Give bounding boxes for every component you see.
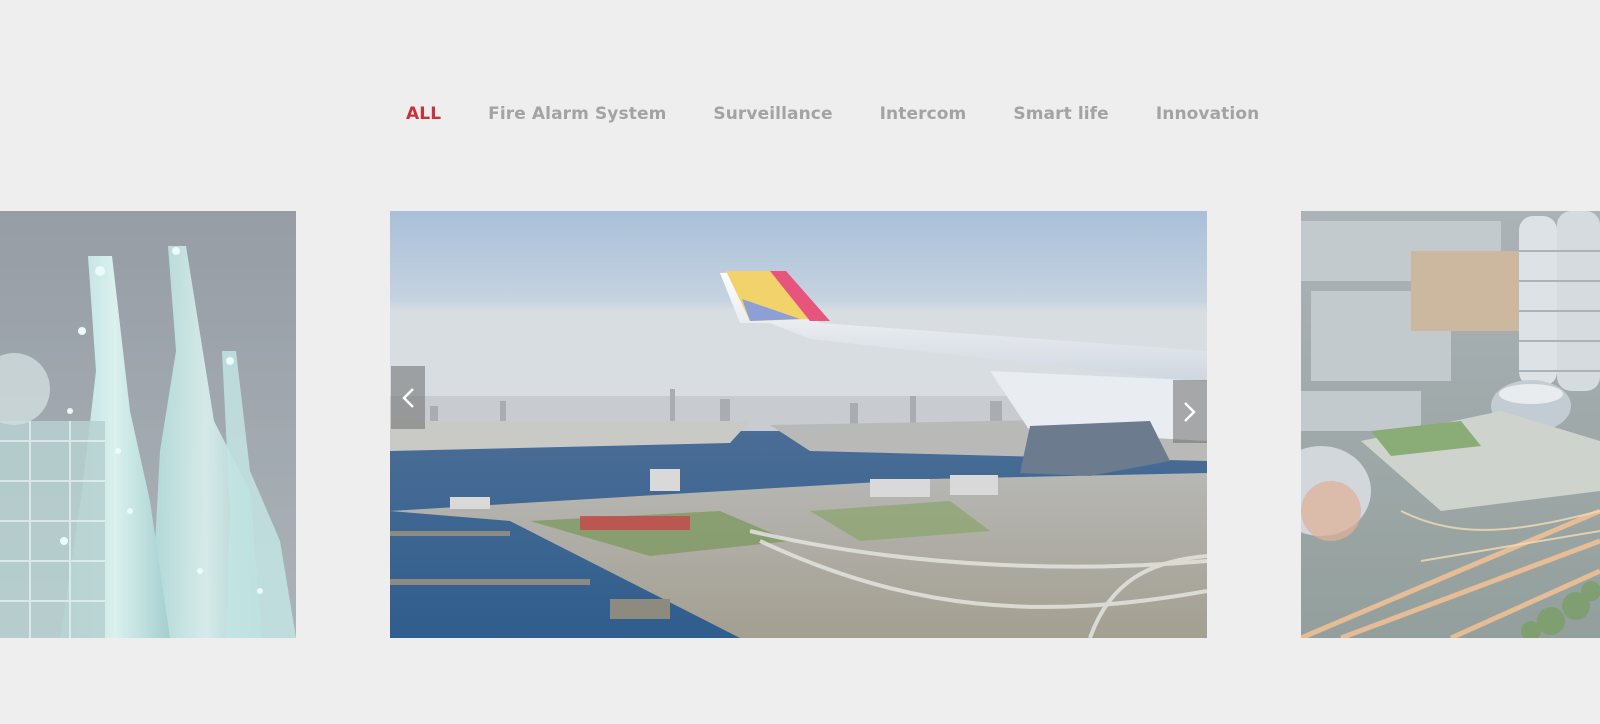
carousel-slide-next[interactable] — [1301, 211, 1600, 638]
tab-innovation[interactable]: Innovation — [1156, 98, 1260, 130]
tab-intercom[interactable]: Intercom — [880, 98, 967, 130]
carousel-prev-button[interactable] — [391, 366, 425, 429]
portfolio-section: ALL Fire Alarm System Surveillance Inter… — [0, 0, 1600, 724]
filter-tabs: ALL Fire Alarm System Surveillance Inter… — [406, 98, 1259, 130]
tab-smart-life[interactable]: Smart life — [1013, 98, 1108, 130]
tab-surveillance[interactable]: Surveillance — [713, 98, 832, 130]
tab-fire-alarm-system[interactable]: Fire Alarm System — [488, 98, 666, 130]
carousel-slide-previous[interactable] — [0, 211, 296, 638]
chevron-left-icon — [402, 387, 414, 408]
tab-all[interactable]: ALL — [406, 98, 441, 130]
carousel-next-button[interactable] — [1173, 380, 1207, 443]
city-aerial-image — [1301, 211, 1600, 638]
chevron-right-icon — [1184, 401, 1196, 422]
carousel-slide-current[interactable] — [390, 211, 1207, 638]
harbor-aerial-image — [390, 211, 1207, 638]
refinery-image — [0, 211, 296, 638]
